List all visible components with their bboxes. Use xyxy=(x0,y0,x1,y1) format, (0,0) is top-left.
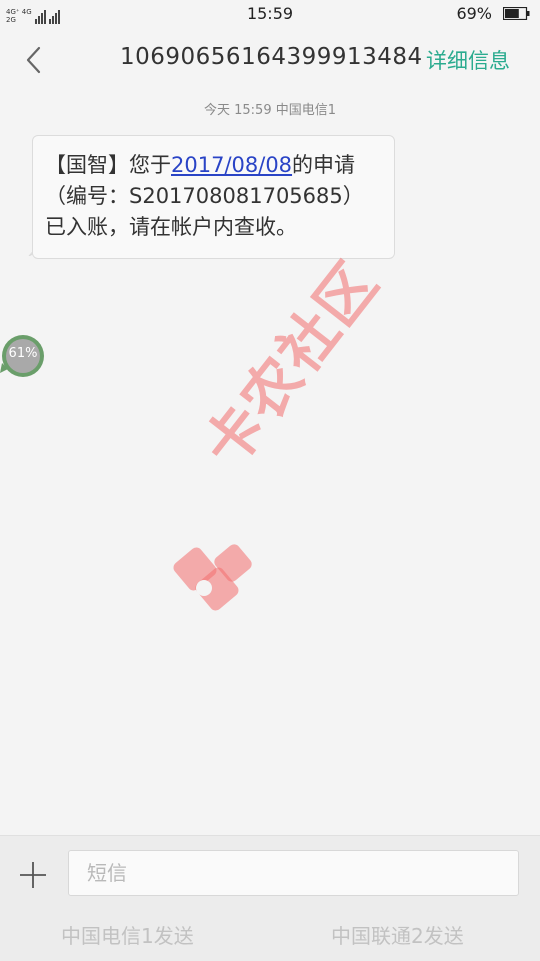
message-line-1: 【国智】您于2017/08/08的申请 xyxy=(45,150,384,181)
message-bubble[interactable]: 【国智】您于2017/08/08的申请 （编号：S201708081705685… xyxy=(32,135,395,259)
battery-icon xyxy=(503,7,530,20)
message-line-3: 已入账，请在帐户内查收。 xyxy=(45,215,297,239)
message-timestamp: 今天 15:59 中国电信1 xyxy=(204,103,336,118)
sender-number: 10690656164399913484 xyxy=(120,44,423,70)
details-button[interactable]: 详细信息 xyxy=(426,45,510,75)
conversation-header: 10690656164399913484 详细信息 xyxy=(0,28,540,91)
date-link[interactable]: 2017/08/08 xyxy=(171,153,292,177)
chevron-left-icon xyxy=(26,46,41,74)
message-line-2: （编号：S201708081705685） xyxy=(45,184,364,208)
message-input[interactable] xyxy=(68,850,519,896)
battery-percent: 69% xyxy=(456,4,492,23)
message-suffix: 的申请 xyxy=(292,153,356,177)
message-prefix: 【国智】您于 xyxy=(45,153,171,177)
send-sim2-button[interactable]: 中国联通2发送 xyxy=(331,920,464,949)
back-button[interactable] xyxy=(14,40,54,80)
compose-bar: 中国电信1发送 中国联通2发送 xyxy=(0,835,540,961)
message-thread[interactable]: 今天 15:59 中国电信1 【国智】您于2017/08/08的申请 （编号：S… xyxy=(0,90,540,835)
plus-icon[interactable] xyxy=(16,858,50,892)
floating-ball-percent[interactable]: 61% xyxy=(0,346,46,361)
status-bar: 4G⁺ 4G 2G 15:59 69% xyxy=(0,0,540,28)
send-sim1-button[interactable]: 中国电信1发送 xyxy=(61,920,194,949)
